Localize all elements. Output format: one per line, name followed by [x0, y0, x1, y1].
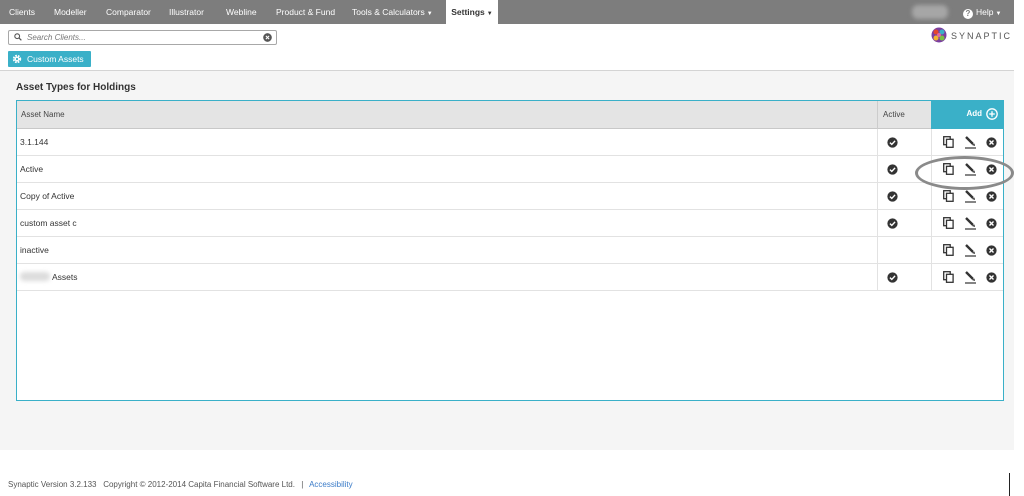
page-title: Asset Types for Holdings [16, 82, 136, 93]
client-search [8, 30, 277, 45]
redacted-text [20, 272, 50, 281]
window-edge-line [1009, 473, 1010, 496]
nav-item-tools-calculators[interactable]: Tools & Calculators ▼ [352, 0, 433, 24]
clear-search-icon[interactable] [263, 33, 272, 42]
brain-logo-icon [931, 27, 947, 43]
top-navigation: Clients Modeller Comparator Illustrator … [0, 0, 1014, 24]
table-row: Copy of Active [17, 183, 1003, 210]
version-text: Synaptic Version 3.2.133 [8, 480, 97, 489]
chevron-down-icon: ▼ [486, 11, 493, 17]
asset-name-cell: custom asset c [20, 210, 77, 237]
edit-pencil-icon[interactable] [964, 270, 977, 284]
help-icon: ? [963, 9, 973, 19]
edit-pencil-icon[interactable] [964, 243, 977, 257]
chevron-down-icon: ▼ [426, 11, 433, 17]
column-header-asset-name[interactable]: Asset Name [21, 101, 65, 129]
delete-circle-icon[interactable] [986, 137, 997, 148]
nav-item-settings[interactable]: Settings ▼ [446, 0, 498, 24]
edit-pencil-icon[interactable] [964, 189, 977, 203]
help-menu[interactable]: ? Help ▼ [963, 0, 1001, 24]
asset-name: Copy of Active [20, 191, 75, 201]
copy-icon[interactable] [943, 217, 954, 229]
asset-name: Active [20, 164, 44, 174]
check-circle-icon [887, 218, 898, 229]
add-asset-button[interactable]: Add [931, 100, 1004, 129]
table-row: custom asset c [17, 210, 1003, 237]
active-cell [877, 183, 931, 210]
row-actions [931, 264, 1003, 291]
search-input[interactable] [27, 31, 257, 44]
logo-text: SYNAPTIC [951, 31, 1013, 41]
table-header: Asset Name Active Add [17, 100, 1004, 129]
nav-item-modeller[interactable]: Modeller [54, 0, 87, 24]
nav-item-product-fund[interactable]: Product & Fund [276, 0, 335, 24]
asset-name: custom asset c [20, 218, 77, 228]
asset-name-cell: inactive [20, 237, 49, 264]
table-row: 3.1.144 [17, 129, 1003, 156]
active-cell [877, 237, 931, 264]
asset-types-table: Asset Name Active Add 3.1.144 Active Copy … [16, 100, 1004, 401]
asset-name-cell: 3.1.144 [20, 129, 48, 156]
accessibility-link[interactable]: Accessibility [309, 480, 353, 489]
row-actions [931, 237, 1003, 264]
copyright-text: Copyright © 2012-2014 Capita Financial S… [103, 480, 295, 489]
delete-circle-icon[interactable] [986, 272, 997, 283]
nav-item-illustrator[interactable]: Illustrator [169, 0, 204, 24]
delete-circle-icon[interactable] [986, 245, 997, 256]
check-circle-icon [887, 191, 898, 202]
edit-pencil-icon[interactable] [964, 216, 977, 230]
asset-name-cell: Active [20, 156, 43, 183]
gear-icon [12, 54, 22, 64]
active-cell [877, 210, 931, 237]
row-actions [931, 210, 1003, 237]
user-name-redacted [912, 5, 948, 19]
delete-circle-icon[interactable] [986, 218, 997, 229]
chevron-down-icon: ▼ [995, 11, 1002, 17]
table-row: inactive [17, 237, 1003, 264]
delete-circle-icon[interactable] [986, 191, 997, 202]
copy-icon[interactable] [943, 271, 954, 283]
search-icon [14, 33, 22, 41]
asset-name: 3.1.144 [20, 137, 49, 147]
check-circle-icon [887, 164, 898, 175]
custom-assets-button[interactable]: Custom Assets [8, 51, 91, 67]
highlight-annotation-ellipse [915, 156, 1014, 190]
row-actions [931, 129, 1003, 156]
copy-icon[interactable] [943, 244, 954, 256]
asset-name-cell: Copy of Active [20, 183, 74, 210]
check-circle-icon [887, 272, 898, 283]
nav-item-clients[interactable]: Clients [9, 0, 35, 24]
column-header-active-cell: Active [877, 101, 931, 129]
add-circle-icon [986, 108, 998, 120]
check-circle-icon [887, 137, 898, 148]
footer-separator: | [301, 480, 304, 489]
asset-name: Assets [52, 272, 78, 282]
asset-name-cell: Assets [20, 264, 78, 291]
nav-item-webline[interactable]: Webline [226, 0, 257, 24]
column-header-active[interactable]: Active [883, 101, 905, 129]
footer: Synaptic Version 3.2.133 Copyright © 201… [8, 480, 353, 489]
copy-icon[interactable] [943, 136, 954, 148]
copy-icon[interactable] [943, 190, 954, 202]
asset-name: inactive [20, 245, 49, 255]
edit-pencil-icon[interactable] [964, 135, 977, 149]
active-cell [877, 129, 931, 156]
table-row: Active [17, 156, 1003, 183]
table-row: Assets [17, 264, 1003, 291]
nav-item-comparator[interactable]: Comparator [106, 0, 151, 24]
active-cell [877, 264, 931, 291]
